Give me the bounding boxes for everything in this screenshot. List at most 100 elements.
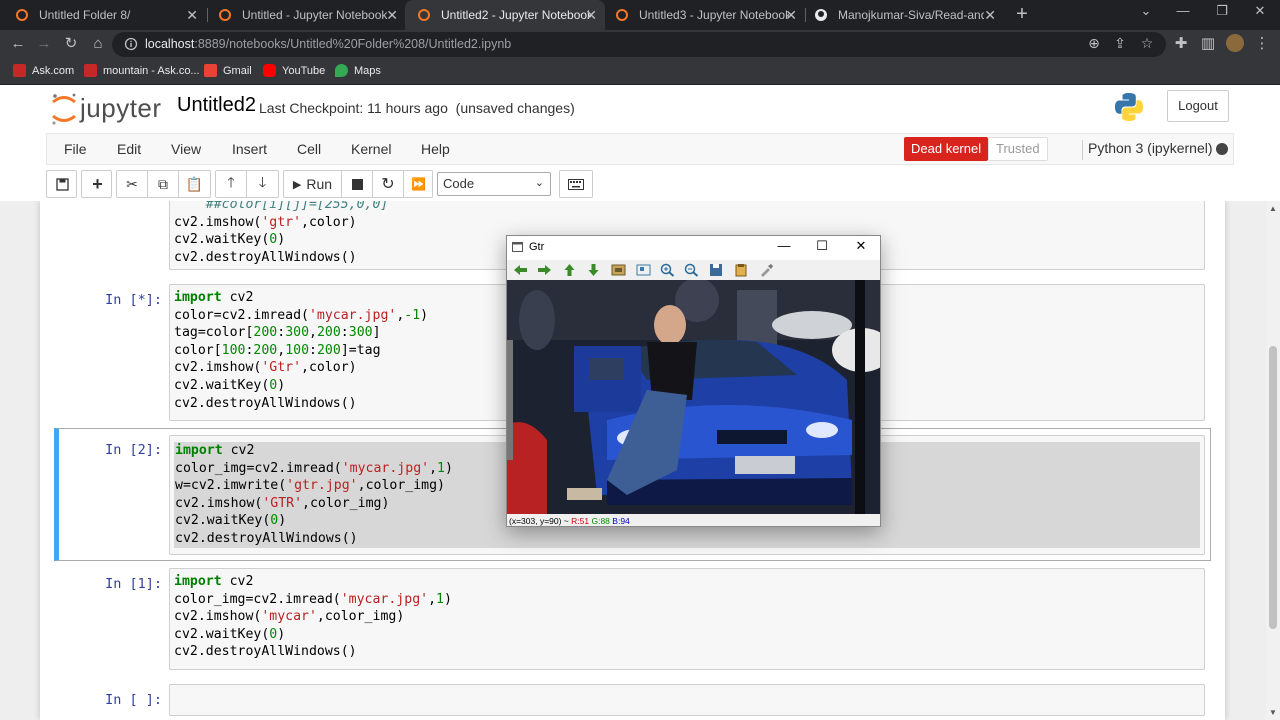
jupyter-logo-icon[interactable] bbox=[50, 92, 78, 126]
zoom-original-icon[interactable] bbox=[611, 263, 626, 277]
info-icon[interactable] bbox=[124, 37, 138, 51]
kernel-name[interactable]: Python 3 (ipykernel) bbox=[1082, 140, 1213, 160]
zoom-out-icon[interactable] bbox=[684, 263, 699, 277]
pan-up-icon[interactable] bbox=[562, 263, 577, 277]
bookmark-youtube[interactable]: YouTube bbox=[263, 64, 325, 77]
pan-down-icon[interactable] bbox=[586, 263, 601, 277]
code-input[interactable]: import cv2 color_img=cv2.imread('mycar.j… bbox=[169, 568, 1205, 670]
browser-tab-github[interactable]: Manojkumar-Siva/Read-and-Wri ✕ bbox=[806, 0, 1004, 30]
scroll-down-icon[interactable]: ▼ bbox=[1269, 708, 1277, 717]
close-icon[interactable]: ✕ bbox=[984, 7, 996, 23]
trusted-indicator[interactable]: Trusted bbox=[988, 137, 1048, 161]
save-button[interactable] bbox=[47, 171, 78, 197]
copy-button[interactable]: ⧉ bbox=[148, 171, 179, 197]
window-app-icon bbox=[512, 242, 523, 252]
home-icon[interactable]: ⌂ bbox=[88, 34, 108, 54]
cv-status-bar: (x=303, y=90) ~ R:51 G:88 B:94 bbox=[509, 516, 630, 526]
code-input[interactable] bbox=[169, 684, 1205, 716]
close-icon[interactable]: ✕ bbox=[386, 7, 398, 23]
menu-view[interactable]: View bbox=[171, 141, 201, 157]
page-scrollbar[interactable]: ▲ ▼ bbox=[1266, 201, 1280, 720]
restart-button[interactable]: ↻ bbox=[373, 171, 404, 197]
more-icon[interactable]: ⋮ bbox=[1252, 34, 1272, 54]
interrupt-button[interactable] bbox=[342, 171, 373, 197]
close-icon[interactable]: ✕ bbox=[853, 238, 869, 254]
save-image-icon[interactable] bbox=[709, 263, 724, 277]
close-icon[interactable]: ✕ bbox=[585, 7, 597, 23]
reload-icon[interactable]: ↻ bbox=[61, 34, 81, 54]
tab-title: Manojkumar-Siva/Read-and-Wri bbox=[838, 8, 984, 22]
displayed-image[interactable] bbox=[507, 280, 880, 514]
code-cell[interactable]: In [1]: import cv2 color_img=cv2.imread(… bbox=[54, 568, 1211, 670]
bookmark-mountain[interactable]: mountain - Ask.co... bbox=[84, 64, 200, 77]
new-tab-icon[interactable]: + bbox=[1012, 4, 1032, 24]
jupyter-favicon-icon bbox=[418, 9, 430, 21]
tab-search-icon[interactable]: ⌄ bbox=[1136, 3, 1156, 19]
paste-button[interactable]: 📋 bbox=[179, 171, 210, 197]
menu-cell[interactable]: Cell bbox=[297, 141, 321, 157]
code-text[interactable]: import cv2 color_img=cv2.imread('mycar.j… bbox=[170, 569, 1204, 665]
extensions-icon[interactable]: ✚ bbox=[1171, 34, 1191, 54]
run-button[interactable]: ▶ Run bbox=[284, 171, 342, 197]
logout-button[interactable]: Logout bbox=[1167, 90, 1229, 122]
back-icon[interactable]: ← bbox=[8, 34, 28, 54]
menu-file[interactable]: File bbox=[64, 141, 87, 157]
move-down-button[interactable]: 🡓 bbox=[247, 171, 278, 197]
notebook-name[interactable]: Untitled2 bbox=[177, 94, 256, 117]
bookmark-star-icon[interactable]: ☆ bbox=[1138, 35, 1156, 52]
profile-avatar[interactable] bbox=[1226, 34, 1244, 52]
jupyter-header: jupyter Untitled2 Last Checkpoint: 11 ho… bbox=[0, 86, 1280, 132]
cell-prompt: In [2]: bbox=[105, 442, 162, 458]
browser-tab-untitled2[interactable]: Untitled2 - Jupyter Notebook ✕ bbox=[405, 0, 605, 30]
copy-image-icon[interactable] bbox=[734, 263, 749, 277]
share-icon[interactable]: ⇪ bbox=[1111, 35, 1129, 52]
zoom-in-icon[interactable] bbox=[660, 263, 675, 277]
command-palette-button[interactable] bbox=[559, 170, 593, 198]
jupyter-logo-text[interactable]: jupyter bbox=[80, 93, 162, 124]
cut-button[interactable]: ✂ bbox=[117, 171, 148, 197]
maximize-icon[interactable]: ☐ bbox=[814, 238, 830, 254]
browser-tab-untitled[interactable]: Untitled - Jupyter Notebook ✕ bbox=[208, 0, 406, 30]
bookmark-ask[interactable]: Ask.com bbox=[13, 64, 74, 77]
close-icon[interactable]: ✕ bbox=[186, 7, 198, 23]
close-icon[interactable]: ✕ bbox=[785, 7, 797, 23]
menu-edit[interactable]: Edit bbox=[117, 141, 141, 157]
close-window-icon[interactable]: ✕ bbox=[1250, 3, 1270, 19]
address-bar[interactable]: localhost:8889/notebooks/Untitled%20Fold… bbox=[112, 32, 1166, 57]
zoom-icon[interactable]: ⊕ bbox=[1085, 35, 1103, 52]
tab-title: Untitled3 - Jupyter Notebook bbox=[639, 8, 789, 22]
pan-right-icon[interactable] bbox=[537, 263, 552, 277]
scroll-up-icon[interactable]: ▲ bbox=[1269, 204, 1277, 213]
code-text[interactable] bbox=[170, 685, 1204, 693]
move-up-button[interactable]: 🡑 bbox=[216, 171, 247, 197]
side-panel-icon[interactable]: ▥ bbox=[1198, 34, 1218, 54]
pan-left-icon[interactable] bbox=[513, 263, 528, 277]
gmail-icon bbox=[204, 64, 217, 77]
opencv-image-window[interactable]: Gtr — ☐ ✕ (x=303, y=90) ~ R:51 G:88 B:94 bbox=[506, 235, 881, 527]
copy-icon: ⧉ bbox=[158, 175, 168, 192]
cell-type-select[interactable]: Code ⌄ bbox=[437, 172, 551, 196]
run-group: ▶ Run ↻ ⏩ bbox=[283, 170, 433, 198]
cv-window-titlebar[interactable]: Gtr — ☐ ✕ bbox=[507, 236, 880, 260]
bookmark-maps[interactable]: Maps bbox=[335, 64, 381, 77]
insert-cell-button[interactable]: + bbox=[82, 171, 113, 197]
menu-kernel[interactable]: Kernel bbox=[351, 141, 391, 157]
bookmark-gmail[interactable]: Gmail bbox=[204, 64, 252, 77]
forward-icon[interactable]: → bbox=[34, 34, 54, 54]
code-cell-empty[interactable]: In [ ]: bbox=[54, 684, 1211, 720]
maximize-icon[interactable]: ❐ bbox=[1212, 3, 1232, 19]
properties-icon[interactable] bbox=[759, 263, 774, 277]
jupyter-favicon-icon bbox=[16, 9, 28, 21]
dead-kernel-indicator[interactable]: Dead kernel bbox=[904, 137, 989, 161]
restart-run-all-button[interactable]: ⏩ bbox=[404, 171, 433, 197]
scrollbar-thumb[interactable] bbox=[1269, 346, 1277, 629]
browser-tab-folder[interactable]: Untitled Folder 8/ ✕ bbox=[8, 0, 206, 30]
minimize-icon[interactable]: — bbox=[1173, 3, 1193, 18]
browser-tab-untitled3[interactable]: Untitled3 - Jupyter Notebook ✕ bbox=[605, 0, 805, 30]
cell-prompt: In [1]: bbox=[105, 576, 162, 592]
zoom-fit-icon[interactable] bbox=[636, 263, 651, 277]
menu-insert[interactable]: Insert bbox=[232, 141, 267, 157]
tab-title: Untitled Folder 8/ bbox=[39, 8, 131, 22]
menu-help[interactable]: Help bbox=[421, 141, 450, 157]
minimize-icon[interactable]: — bbox=[776, 238, 792, 253]
